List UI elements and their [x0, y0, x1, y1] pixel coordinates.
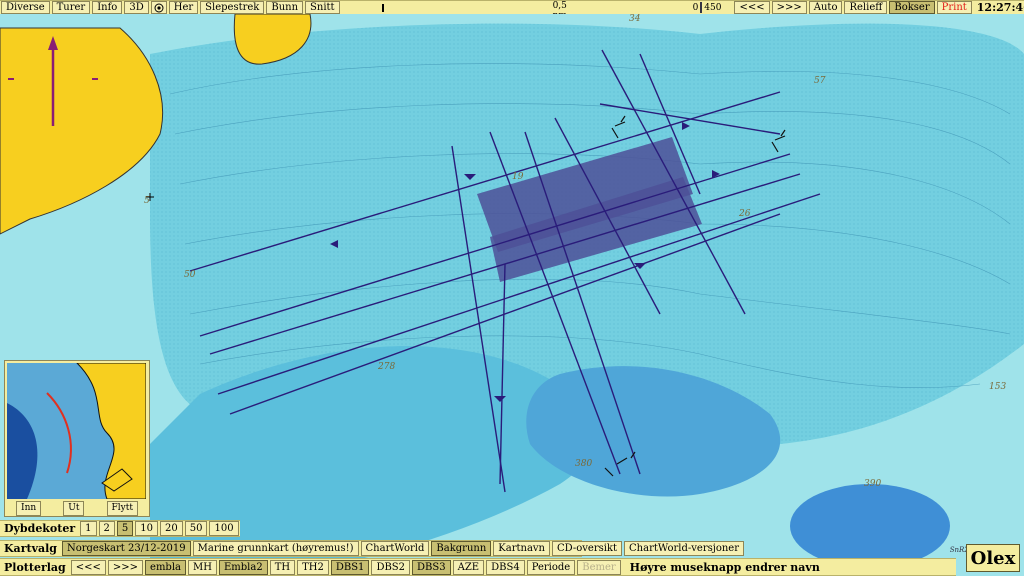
layer-mh-button[interactable]: MH	[188, 559, 217, 575]
depth-min: 0	[692, 2, 699, 13]
depth-label: 390	[864, 479, 882, 489]
zoom-out-button[interactable]: Ut	[63, 501, 85, 516]
contour-10-button[interactable]: 10	[135, 521, 159, 536]
depth-gradient	[700, 2, 703, 13]
chart-bakgrunn-button[interactable]: Bakgrunn	[431, 541, 492, 556]
depth-label: 153	[989, 382, 1007, 392]
depth-contour-bar: Dybdekoter 1 2 5 10 20 50 100	[0, 520, 240, 537]
plotter-layer-bar: Plotterlag <<< >>> embla MH Embla2 TH TH…	[0, 558, 956, 576]
contour-2-button[interactable]: 2	[98, 521, 115, 536]
bokser-button[interactable]: Bokser	[889, 1, 935, 14]
deepest-basin	[790, 484, 950, 568]
contour-5-button[interactable]: 5	[116, 521, 134, 536]
depth-label: 57	[814, 76, 826, 86]
chart-kartnavn-button[interactable]: Kartnavn	[493, 541, 550, 556]
overview-map[interactable]	[7, 363, 146, 499]
layer-embla2-button[interactable]: Embla2	[218, 559, 268, 575]
layer-embla-button[interactable]: embla	[145, 559, 186, 575]
chart-chartworld-versions-button[interactable]: ChartWorld-versjoner	[624, 541, 744, 556]
overview-map-canvas	[7, 363, 146, 499]
depth-contour-label: Dybdekoter	[4, 522, 76, 535]
chart-canvas[interactable]	[0, 14, 1024, 576]
depth-label: 26	[739, 209, 751, 219]
chart-chartworld-button[interactable]: ChartWorld	[360, 541, 430, 556]
print-button[interactable]: Print	[936, 1, 972, 14]
layer-prev-button[interactable]: <<<	[70, 559, 106, 575]
depth-label: 50	[184, 270, 196, 280]
menu-turer[interactable]: Turer	[51, 1, 91, 14]
chart-selection-bar: Kartvalg Norgeskart 23/12-2019 Marine gr…	[0, 540, 744, 557]
zoom-in-button[interactable]: Inn	[16, 501, 42, 516]
contour-50-button[interactable]: 50	[184, 521, 208, 536]
depth-label: 380	[575, 459, 593, 469]
chart-selection-label: Kartvalg	[4, 542, 57, 555]
overview-controls: Inn Ut Flytt	[5, 501, 149, 516]
target-icon-glyph	[154, 3, 164, 12]
menu-snitt[interactable]: Snitt	[305, 1, 340, 14]
depth-label: 19	[512, 172, 524, 182]
layer-dbs2-button[interactable]: DBS2	[371, 559, 411, 575]
layer-th-button[interactable]: TH	[269, 559, 296, 575]
layer-dbs1-button[interactable]: DBS1	[330, 559, 370, 575]
contour-1-button[interactable]: 1	[80, 521, 97, 536]
menu-slepestrek[interactable]: Slepestrek	[200, 1, 265, 14]
layer-bemer-button[interactable]: Bemer	[577, 559, 621, 575]
rename-hint: Høyre museknapp endrer navn	[629, 560, 820, 574]
depth-label: 278	[378, 362, 396, 372]
move-button[interactable]: Flytt	[106, 501, 138, 516]
menu-her[interactable]: Her	[168, 1, 199, 14]
depth-max: 450	[704, 2, 722, 13]
depth-label: 34	[629, 14, 641, 24]
nav-forward-button[interactable]: >>>	[771, 1, 807, 14]
plotter-layer-label: Plotterlag	[4, 560, 66, 574]
clock: 12:27:46	[976, 1, 1024, 14]
menu-3d[interactable]: 3D	[124, 1, 149, 14]
layer-aze-button[interactable]: AZE	[452, 559, 485, 575]
depth-label: 5	[144, 196, 150, 206]
overview-map-panel: Inn Ut Flytt	[4, 360, 150, 517]
menu-bunn[interactable]: Bunn	[266, 1, 304, 14]
olex-logo: Olex	[966, 544, 1020, 572]
relieff-button[interactable]: Relieff	[844, 1, 888, 14]
chart-cd-oversikt-button[interactable]: CD-oversikt	[552, 541, 623, 556]
contour-20-button[interactable]: 20	[160, 521, 183, 536]
layer-dbs3-button[interactable]: DBS3	[412, 559, 451, 575]
top-toolbar: Diverse Turer Info 3D Her Slepestrek Bun…	[0, 0, 1024, 21]
contour-100-button[interactable]: 100	[209, 521, 239, 536]
layer-th2-button[interactable]: TH2	[297, 559, 329, 575]
target-icon[interactable]	[150, 1, 167, 14]
menu-diverse[interactable]: Diverse	[1, 1, 50, 14]
chart-map[interactable]: 34 57 19 26 50 278 153 380 390 5 SnR213,…	[0, 14, 1024, 576]
chart-norgeskart-button[interactable]: Norgeskart 23/12-2019	[61, 541, 191, 556]
chart-marine-grunnkart-button[interactable]: Marine grunnkart (høyremus!)	[192, 541, 359, 556]
nav-back-button[interactable]: <<<	[734, 1, 770, 14]
auto-button[interactable]: Auto	[808, 1, 843, 14]
layer-next-button[interactable]: >>>	[107, 559, 144, 575]
layer-dbs4-button[interactable]: DBS4	[486, 559, 525, 575]
menu-info[interactable]: Info	[92, 1, 123, 14]
layer-periode-button[interactable]: Periode	[526, 559, 576, 575]
